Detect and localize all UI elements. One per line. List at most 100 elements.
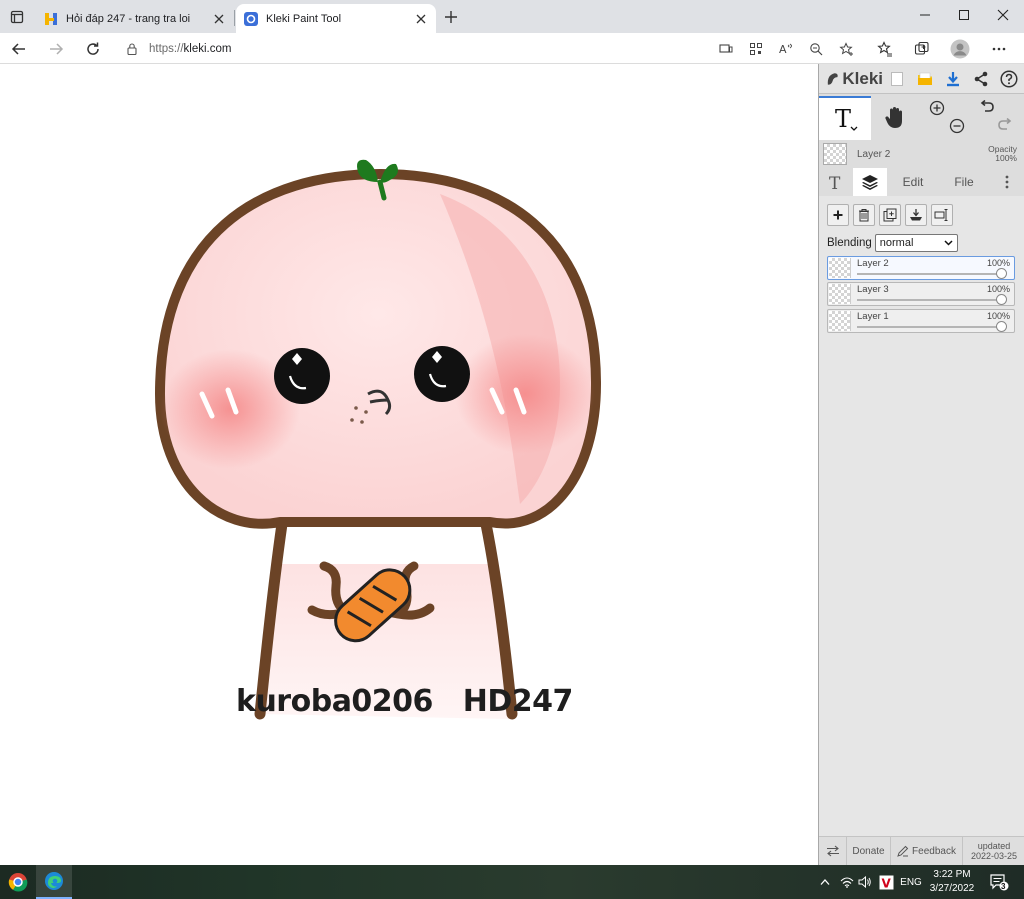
current-layer-info[interactable]: Layer 2 Opacity 100%: [819, 140, 1024, 168]
drawing-caption-text: kuroba0206 HD247: [236, 684, 573, 719]
kleki-side-panel: Kleki T Layer 2 Opacity 100% T Edit File…: [818, 64, 1024, 866]
zoom-in-icon[interactable]: [929, 100, 945, 116]
duplicate-layer-button[interactable]: [879, 204, 901, 226]
zoom-buttons: [923, 96, 967, 140]
maximize-icon: [959, 10, 969, 20]
tab-actions-button[interactable]: [4, 4, 30, 30]
add-favorite-icon[interactable]: [831, 36, 861, 62]
close-tab-icon[interactable]: [212, 12, 226, 26]
open-image-button[interactable]: [911, 64, 939, 94]
tab-layers[interactable]: [853, 168, 887, 196]
redo-icon[interactable]: [997, 118, 1013, 134]
help-button[interactable]: [995, 64, 1023, 94]
new-image-button[interactable]: [883, 64, 911, 94]
wifi-icon: [840, 877, 854, 888]
svg-text:T: T: [835, 105, 851, 133]
clock-time: 3:22 PM: [933, 869, 971, 880]
close-tab-icon[interactable]: [414, 12, 428, 26]
layer-opacity-slider[interactable]: [857, 273, 1000, 275]
layer-opacity-slider-handle[interactable]: [996, 268, 1007, 279]
clock-date: 3/27/2022: [929, 883, 975, 894]
qr-code-icon[interactable]: [741, 36, 771, 62]
taskbar-app-chrome[interactable]: [0, 865, 36, 899]
layer-thumbnail: [829, 258, 851, 278]
close-window-button[interactable]: [984, 0, 1022, 30]
drawing-canvas[interactable]: kuroba0206 HD247: [0, 64, 818, 865]
zoom-out-icon[interactable]: [801, 36, 831, 62]
zoom-out-icon[interactable]: [949, 118, 965, 134]
favorites-icon: [877, 41, 892, 57]
layer-opacity-slider-handle[interactable]: [996, 294, 1007, 305]
forward-button[interactable]: [43, 36, 69, 62]
app-available-icon[interactable]: [711, 36, 741, 62]
donate-link[interactable]: Donate: [847, 836, 891, 866]
svg-text:V: V: [881, 876, 891, 890]
layer-opacity-slider[interactable]: [857, 299, 1000, 301]
blending-select[interactable]: normal: [874, 234, 958, 252]
taskbar-app-edge[interactable]: [36, 865, 72, 899]
lock-icon[interactable]: [125, 42, 139, 56]
merge-down-icon: [910, 209, 922, 221]
notifications-button[interactable]: 3: [984, 865, 1014, 899]
feedback-link[interactable]: Feedback: [891, 836, 963, 866]
current-layer-opacity: Opacity 100%: [988, 145, 1017, 163]
settings-menu-button[interactable]: [985, 36, 1013, 62]
kleki-logo[interactable]: Kleki: [825, 69, 883, 89]
edge-icon: [45, 872, 63, 890]
favorites-button[interactable]: [871, 36, 899, 62]
language-indicator[interactable]: ENG: [898, 865, 924, 899]
text-tool-button[interactable]: T: [819, 96, 871, 140]
layer-opacity-slider-handle[interactable]: [996, 321, 1007, 332]
show-hidden-icons-button[interactable]: [816, 865, 834, 899]
minimize-button[interactable]: [906, 0, 944, 30]
arrow-right-icon: [50, 43, 64, 55]
share-button[interactable]: [967, 64, 995, 94]
tab-hoidap247[interactable]: Hỏi đáp 247 - trang tra loi: [36, 4, 234, 33]
new-tab-button[interactable]: [440, 6, 462, 28]
speaker-icon: [858, 876, 871, 888]
hand-tool-button[interactable]: [877, 96, 913, 140]
svg-text:A: A: [779, 43, 787, 56]
volume-button[interactable]: [856, 865, 874, 899]
back-button[interactable]: [6, 36, 32, 62]
save-image-button[interactable]: [939, 64, 967, 94]
tab-kleki[interactable]: Kleki Paint Tool: [236, 4, 436, 33]
layer-item[interactable]: Layer 2 100%: [827, 256, 1015, 280]
help-icon: [1000, 69, 1018, 88]
refresh-button[interactable]: [80, 36, 106, 62]
maximize-button[interactable]: [945, 0, 983, 30]
address-bar-actions: A: [711, 36, 861, 62]
layer-opacity-slider[interactable]: [857, 326, 1000, 328]
tab-separator: [234, 10, 235, 26]
blending-control: Blending normal: [827, 234, 958, 252]
layers-panel: Blending normal Layer 2 100% Layer 3 100% La…: [819, 196, 1024, 836]
undo-icon[interactable]: [979, 100, 995, 116]
read-aloud-icon[interactable]: A: [771, 36, 801, 62]
panel-more-button[interactable]: [989, 168, 1024, 196]
taskbar-clock[interactable]: 3:22 PM 3/27/2022: [928, 868, 976, 896]
network-button[interactable]: [838, 865, 856, 899]
more-vertical-icon: [1005, 175, 1009, 189]
rename-layer-button[interactable]: [931, 204, 953, 226]
undo-redo-buttons: [973, 96, 1019, 140]
chrome-icon: [8, 873, 28, 892]
tab-tool-settings[interactable]: T: [819, 168, 853, 196]
swap-arrows-icon: [826, 845, 839, 857]
collections-button[interactable]: [908, 36, 936, 62]
updated-date: 2022-03-25: [970, 851, 1018, 861]
address-bar[interactable]: https://kleki.com A: [117, 36, 861, 62]
profile-button[interactable]: [946, 36, 974, 62]
tab-file[interactable]: File: [939, 168, 989, 196]
kleki-logo-text: Kleki: [842, 68, 883, 88]
delete-layer-button[interactable]: [853, 204, 875, 226]
swap-panel-side-button[interactable]: [819, 836, 847, 866]
merge-layer-button[interactable]: [905, 204, 927, 226]
browser-tab-bar: Hỏi đáp 247 - trang tra loi Kleki Paint …: [0, 0, 1024, 33]
vietkey-button[interactable]: V: [876, 865, 896, 899]
layer-item[interactable]: Layer 3 100%: [827, 282, 1015, 306]
tab-edit[interactable]: Edit: [887, 168, 939, 196]
layer-item[interactable]: Layer 1 100%: [827, 309, 1015, 333]
add-layer-button[interactable]: [827, 204, 849, 226]
opacity-value: 100%: [995, 153, 1017, 163]
layer-opacity-value: 100%: [986, 311, 1010, 321]
